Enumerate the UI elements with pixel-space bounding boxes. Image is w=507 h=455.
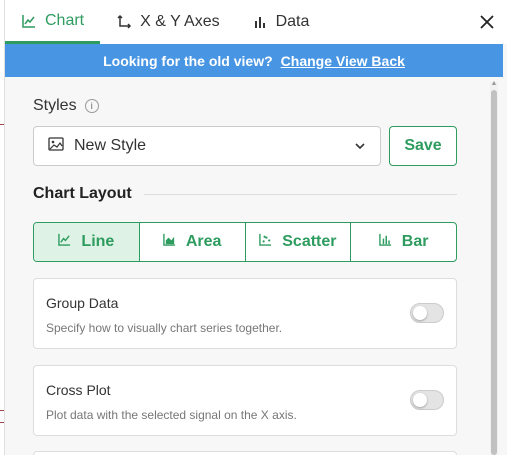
bar-chart-icon [379,233,392,251]
chart-layout-selector: Line Area Scatter Bar [33,222,457,262]
toggle-knob [413,306,427,320]
tab-axes[interactable]: X & Y Axes [100,0,235,44]
styles-label-text: Styles [33,97,77,114]
info-icon[interactable]: i [84,99,99,113]
selected-style: New Style [74,137,147,154]
layout-option-line[interactable]: Line [34,223,140,261]
close-icon[interactable] [477,12,497,32]
old-view-banner: Looking for the old view? Change View Ba… [5,44,503,77]
layout-option-bar[interactable]: Bar [351,223,456,261]
chart-layout-heading: Chart Layout [33,185,457,203]
cross-plot-toggle[interactable] [410,390,444,410]
area-chart-icon [163,233,176,251]
tab-label: X & Y Axes [140,13,220,30]
tab-data[interactable]: Data [236,0,326,44]
group-data-description: Specify how to visually chart series tog… [46,321,283,335]
next-option-card [33,451,457,455]
group-data-title: Group Data [46,295,119,311]
scrollbar-thumb[interactable] [491,90,497,455]
cross-plot-title: Cross Plot [46,382,111,398]
banner-text: Looking for the old view? [103,52,273,69]
layout-option-label: Line [81,233,115,250]
change-view-back-link[interactable]: Change View Back [281,53,405,69]
style-select[interactable]: New Style [33,126,381,166]
cross-plot-description: Plot data with the selected signal on th… [46,408,297,422]
layout-option-label: Scatter [282,233,337,250]
chart-layout-title: Chart Layout [33,185,132,202]
layout-option-label: Bar [401,233,429,250]
styles-label: Styles i [33,97,99,115]
scatter-chart-icon [259,233,272,251]
tab-label: Data [275,13,310,30]
chevron-down-icon [354,139,366,153]
layout-option-scatter[interactable]: Scatter [246,223,352,261]
cross-plot-card: Cross Plot Plot data with the selected s… [33,365,457,436]
axes-icon [116,14,132,30]
tab-chart[interactable]: Chart [5,0,101,44]
group-data-toggle[interactable] [410,303,444,323]
tab-label: Chart [45,11,85,29]
layout-option-area[interactable]: Area [140,223,246,261]
image-icon [48,136,64,156]
scroll-up-arrow-icon[interactable]: ▲ [490,80,498,88]
line-chart-icon [21,13,37,29]
bar-chart-icon [252,14,268,30]
line-chart-icon [58,233,71,251]
layout-option-label: Area [185,233,222,250]
divider [143,193,457,195]
toggle-knob [413,393,427,407]
tab-bar: Chart X & Y Axes Data [5,0,507,44]
save-button[interactable]: Save [389,126,457,166]
group-data-card: Group Data Specify how to visually chart… [33,278,457,349]
